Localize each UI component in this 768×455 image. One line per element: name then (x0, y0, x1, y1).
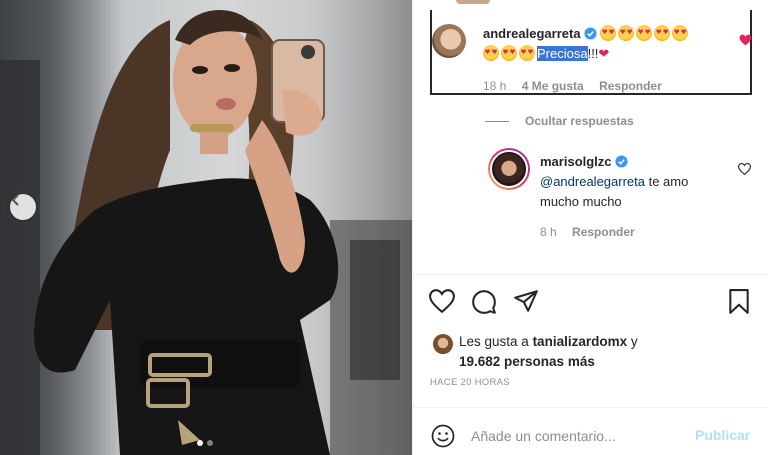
heart-eyes-emoji (600, 25, 617, 41)
heart-outline-icon[interactable] (738, 163, 751, 175)
like-heart-icon[interactable] (429, 289, 455, 313)
comment-time: 8 h (540, 225, 557, 239)
likes-summary: Les gusta a tanializardomx y 19.682 pers… (459, 332, 759, 372)
liker-username[interactable]: tanializardomx (533, 334, 628, 349)
emoji-smiley-icon[interactable] (431, 424, 455, 448)
reply-comment: marisolglzc @andrealegarreta te amo much… (540, 152, 730, 212)
carousel-indicator (197, 440, 213, 446)
likes-count[interactable]: 19.682 personas más (459, 354, 595, 369)
post-photo[interactable] (0, 0, 412, 455)
add-comment-bar: Publicar (413, 418, 768, 455)
hide-replies-button[interactable]: Ocultar respuestas (485, 114, 634, 128)
hide-replies-label: Ocultar respuestas (525, 114, 634, 128)
comment-meta: 18 h 4 Me gusta Responder (483, 79, 662, 93)
post-comment-button[interactable]: Publicar (695, 427, 750, 443)
reply-button[interactable]: Responder (572, 225, 635, 239)
mention-link[interactable]: @andrealegarreta (540, 174, 645, 189)
heart-eyes-emoji (618, 25, 635, 41)
heart-eyes-emoji (654, 25, 671, 41)
chevron-left-icon (11, 194, 19, 206)
comments-panel: andrealegarreta Preciosa!!!❤ 18 h 4 Me g… (412, 0, 768, 455)
verified-badge-icon (584, 27, 597, 40)
post-actions (429, 289, 539, 315)
liker-avatar[interactable] (433, 334, 453, 354)
post-timestamp[interactable]: HACE 20 HORAS (430, 377, 510, 388)
verified-badge-icon (614, 155, 628, 168)
heart-eyes-emoji (672, 25, 689, 41)
carousel-dot-active (197, 440, 203, 446)
comment-meta: 8 h Responder (540, 225, 635, 239)
selected-text: Preciosa (537, 46, 588, 61)
likes-prefix: Les gusta a (459, 334, 533, 349)
comment-time: 18 h (483, 79, 507, 93)
comment-text: !!! (587, 46, 599, 61)
heart-eyes-emoji (519, 45, 535, 61)
comment: andrealegarreta Preciosa!!!❤ (483, 24, 733, 64)
avatar[interactable] (488, 148, 530, 190)
heart-eyes-emoji (636, 25, 653, 41)
scroll-edge (430, 0, 752, 8)
photo-illustration (0, 10, 412, 455)
reply-button[interactable]: Responder (599, 79, 662, 93)
carousel-dot (207, 440, 213, 446)
heart-eyes-emoji (501, 45, 517, 61)
divider (413, 407, 768, 408)
comment-username[interactable]: andrealegarreta (483, 26, 581, 41)
divider (413, 274, 768, 275)
bookmark-icon[interactable] (727, 289, 751, 315)
red-heart-emoji: ❤ (598, 46, 610, 61)
comment-username[interactable]: marisolglzc (540, 154, 612, 169)
likes-conjunction: y (627, 334, 638, 349)
comment-input[interactable] (471, 426, 681, 446)
heart-filled-icon[interactable] (739, 34, 752, 46)
avatar[interactable] (432, 24, 466, 58)
carousel-prev-button[interactable] (10, 194, 36, 220)
share-paper-plane-icon[interactable] (513, 289, 539, 313)
divider (485, 120, 509, 122)
comment-bubble-icon[interactable] (471, 289, 497, 315)
heart-eyes-emoji (483, 45, 499, 61)
comment-likes[interactable]: 4 Me gusta (522, 79, 584, 93)
